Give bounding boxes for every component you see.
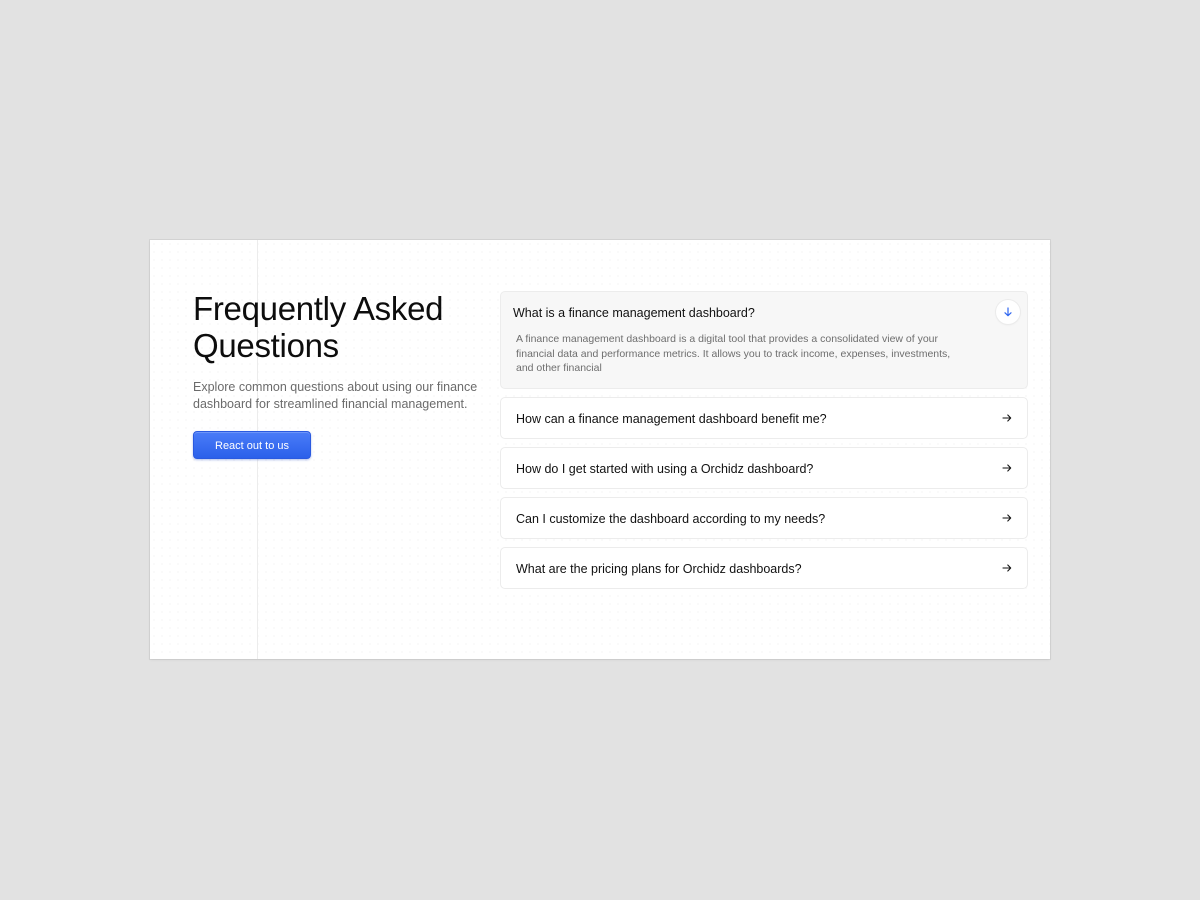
collapse-button[interactable] xyxy=(996,300,1020,324)
arrow-right-icon[interactable] xyxy=(1001,512,1013,524)
faq-intro: Frequently Asked Questions Explore commo… xyxy=(193,290,493,459)
faq-item[interactable]: How do I get started with using a Orchid… xyxy=(500,447,1028,489)
faq-list: What is a finance management dashboard? … xyxy=(500,291,1028,597)
faq-item-expanded[interactable]: What is a finance management dashboard? … xyxy=(500,291,1028,389)
page-title: Frequently Asked Questions xyxy=(193,290,444,364)
faq-question[interactable]: Can I customize the dashboard according … xyxy=(516,512,825,526)
faq-item[interactable]: Can I customize the dashboard according … xyxy=(500,497,1028,539)
faq-answer: A finance management dashboard is a digi… xyxy=(516,333,951,374)
reach-out-button[interactable]: React out to us xyxy=(193,431,311,459)
arrow-right-icon[interactable] xyxy=(1001,462,1013,474)
arrow-down-icon xyxy=(1004,307,1012,317)
page-subtitle: Explore common questions about using our… xyxy=(193,380,478,411)
faq-question[interactable]: What is a finance management dashboard? xyxy=(513,306,755,320)
faq-question[interactable]: How can a finance management dashboard b… xyxy=(516,412,827,426)
faq-item[interactable]: How can a finance management dashboard b… xyxy=(500,397,1028,439)
faq-question[interactable]: What are the pricing plans for Orchidz d… xyxy=(516,562,802,576)
faq-card: Frequently Asked Questions Explore commo… xyxy=(150,240,1050,659)
faq-question[interactable]: How do I get started with using a Orchid… xyxy=(516,462,813,476)
arrow-right-icon[interactable] xyxy=(1001,562,1013,574)
faq-item[interactable]: What are the pricing plans for Orchidz d… xyxy=(500,547,1028,589)
arrow-right-icon[interactable] xyxy=(1001,412,1013,424)
